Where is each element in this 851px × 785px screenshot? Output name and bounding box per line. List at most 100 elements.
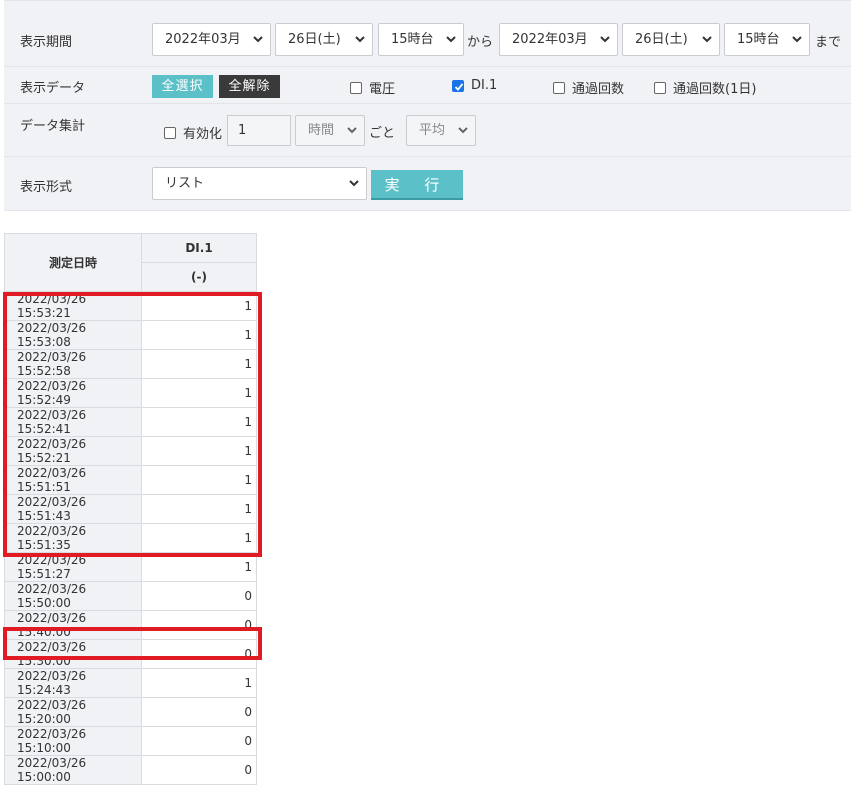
interval-input[interactable]: 1 — [227, 115, 291, 146]
chevron-down-icon — [355, 36, 365, 43]
cell-time: 2022/03/26 15:10:00 — [4, 726, 142, 756]
cell-time: 2022/03/26 15:20:00 — [4, 697, 142, 727]
checkbox-voltage[interactable]: 電圧 — [350, 78, 395, 97]
format-row: 表示形式 リスト 実 行 — [4, 157, 851, 210]
cell-time: 2022/03/26 15:51:43 — [4, 494, 142, 524]
col-header-time: 測定日時 — [4, 233, 142, 292]
table-row: 2022/03/26 15:53:21 1 — [4, 291, 257, 321]
cell-value: 1 — [141, 494, 257, 524]
table-row: 2022/03/26 15:51:51 1 — [4, 465, 257, 495]
interval-unit-select[interactable]: 時間 — [295, 115, 365, 146]
period-label: 表示期間 — [20, 35, 73, 50]
cell-time: 2022/03/26 15:53:21 — [4, 291, 142, 321]
cell-value: 1 — [141, 668, 257, 698]
format-label: 表示形式 — [20, 180, 73, 195]
cell-time: 2022/03/26 15:51:27 — [4, 552, 142, 582]
chevron-down-icon — [458, 127, 468, 134]
cell-time: 2022/03/26 15:51:51 — [4, 465, 142, 495]
checkbox-box[interactable] — [350, 81, 362, 94]
to-month-value: 2022年03月 — [512, 32, 588, 47]
table-row: 2022/03/26 15:50:00 0 — [4, 581, 257, 611]
cell-value: 1 — [141, 320, 257, 350]
check-icon — [454, 82, 464, 91]
cell-value: 1 — [141, 523, 257, 553]
table-row: 2022/03/26 15:20:00 0 — [4, 697, 257, 727]
to-hour-select[interactable]: 15時台 — [724, 23, 810, 56]
checkbox-voltage-label: 電圧 — [369, 82, 396, 97]
checkbox-box[interactable] — [164, 126, 176, 139]
from-day-select[interactable]: 26日(土) — [275, 23, 373, 56]
aggregate-method-select[interactable]: 平均 — [406, 115, 476, 146]
cell-value: 1 — [141, 465, 257, 495]
table-row: 2022/03/26 15:51:43 1 — [4, 494, 257, 524]
per-word: ごと — [369, 126, 396, 141]
cell-value: 1 — [141, 349, 257, 379]
checkbox-box[interactable] — [654, 81, 666, 94]
to-hour-value: 15時台 — [737, 32, 780, 47]
checkbox-di1[interactable]: DI.1 — [452, 78, 497, 93]
checkbox-box[interactable] — [452, 79, 464, 92]
col-header-di1: DI.1 — [141, 233, 257, 263]
run-button[interactable]: 実 行 — [371, 170, 463, 200]
cell-value: 0 — [141, 581, 257, 611]
cell-time: 2022/03/26 15:52:41 — [4, 407, 142, 437]
table-row: 2022/03/26 15:24:43 1 — [4, 668, 257, 698]
cell-time: 2022/03/26 15:24:43 — [4, 668, 142, 698]
cell-value: 0 — [141, 755, 257, 785]
format-value: リスト — [165, 176, 205, 191]
to-word: まで — [815, 35, 842, 50]
aggregate-method-value: 平均 — [419, 123, 446, 138]
chevron-down-icon — [600, 36, 610, 43]
deselect-all-button[interactable]: 全解除 — [219, 75, 280, 98]
chevron-down-icon — [253, 36, 263, 43]
cell-time: 2022/03/26 15:53:08 — [4, 320, 142, 350]
select-all-button[interactable]: 全選択 — [152, 75, 213, 98]
cell-time: 2022/03/26 15:40:00 — [4, 610, 142, 640]
table-row: 2022/03/26 15:10:00 0 — [4, 726, 257, 756]
data-row: 表示データ 全選択 全解除 電圧 DI.1 通過回数 通過回数(1日) — [4, 67, 851, 104]
table-row: 2022/03/26 15:51:35 1 — [4, 523, 257, 553]
chevron-down-icon — [702, 36, 712, 43]
from-hour-select[interactable]: 15時台 — [378, 23, 464, 56]
checkbox-pass-count[interactable]: 通過回数 — [553, 78, 624, 97]
enable-label: 有効化 — [183, 127, 223, 142]
format-select[interactable]: リスト — [152, 167, 367, 200]
from-day-value: 26日(土) — [288, 32, 341, 47]
from-word: から — [467, 35, 494, 50]
data-label: 表示データ — [20, 81, 86, 96]
checkbox-box[interactable] — [553, 81, 565, 94]
col-header-unit: (-) — [141, 262, 257, 292]
table-row: 2022/03/26 15:52:58 1 — [4, 349, 257, 379]
data-table: 測定日時 DI.1 (-) 2022/03/26 15:53:21 1 2022/0… — [4, 233, 257, 785]
chevron-down-icon — [792, 36, 802, 43]
table-body: 2022/03/26 15:53:21 1 2022/03/26 15:53:08 1… — [4, 291, 257, 785]
interval-unit-value: 時間 — [308, 123, 335, 138]
cell-time: 2022/03/26 15:30:00 — [4, 639, 142, 669]
checkbox-pass-count-daily[interactable]: 通過回数(1日) — [654, 78, 756, 97]
from-hour-value: 15時台 — [391, 32, 434, 47]
cell-time: 2022/03/26 15:51:35 — [4, 523, 142, 553]
table-row: 2022/03/26 15:30:00 0 — [4, 639, 257, 669]
checkbox-pass-count-daily-label: 通過回数(1日) — [673, 82, 757, 97]
cell-time: 2022/03/26 15:00:00 — [4, 755, 142, 785]
cell-value: 1 — [141, 291, 257, 321]
to-day-select[interactable]: 26日(土) — [622, 23, 720, 56]
aggregate-row: データ集計 有効化 1 時間 ごと 平均 — [4, 104, 851, 157]
checkbox-pass-count-label: 通過回数 — [572, 82, 625, 97]
to-day-value: 26日(土) — [635, 32, 688, 47]
chevron-down-icon — [347, 127, 357, 134]
chevron-down-icon — [446, 36, 456, 43]
table-row: 2022/03/26 15:52:49 1 — [4, 378, 257, 408]
filter-panel: 表示期間 2022年03月 26日(土) 15時台 から 2022年03月 26… — [4, 0, 851, 211]
table-row: 2022/03/26 15:51:27 1 — [4, 552, 257, 582]
cell-value: 0 — [141, 639, 257, 669]
cell-time: 2022/03/26 15:52:21 — [4, 436, 142, 466]
cell-value: 1 — [141, 436, 257, 466]
table-row: 2022/03/26 15:53:08 1 — [4, 320, 257, 350]
from-month-select[interactable]: 2022年03月 — [152, 23, 271, 56]
checkbox-enable-aggregate[interactable]: 有効化 — [164, 123, 222, 142]
cell-value: 0 — [141, 726, 257, 756]
to-month-select[interactable]: 2022年03月 — [499, 23, 618, 56]
cell-time: 2022/03/26 15:50:00 — [4, 581, 142, 611]
cell-time: 2022/03/26 15:52:58 — [4, 349, 142, 379]
